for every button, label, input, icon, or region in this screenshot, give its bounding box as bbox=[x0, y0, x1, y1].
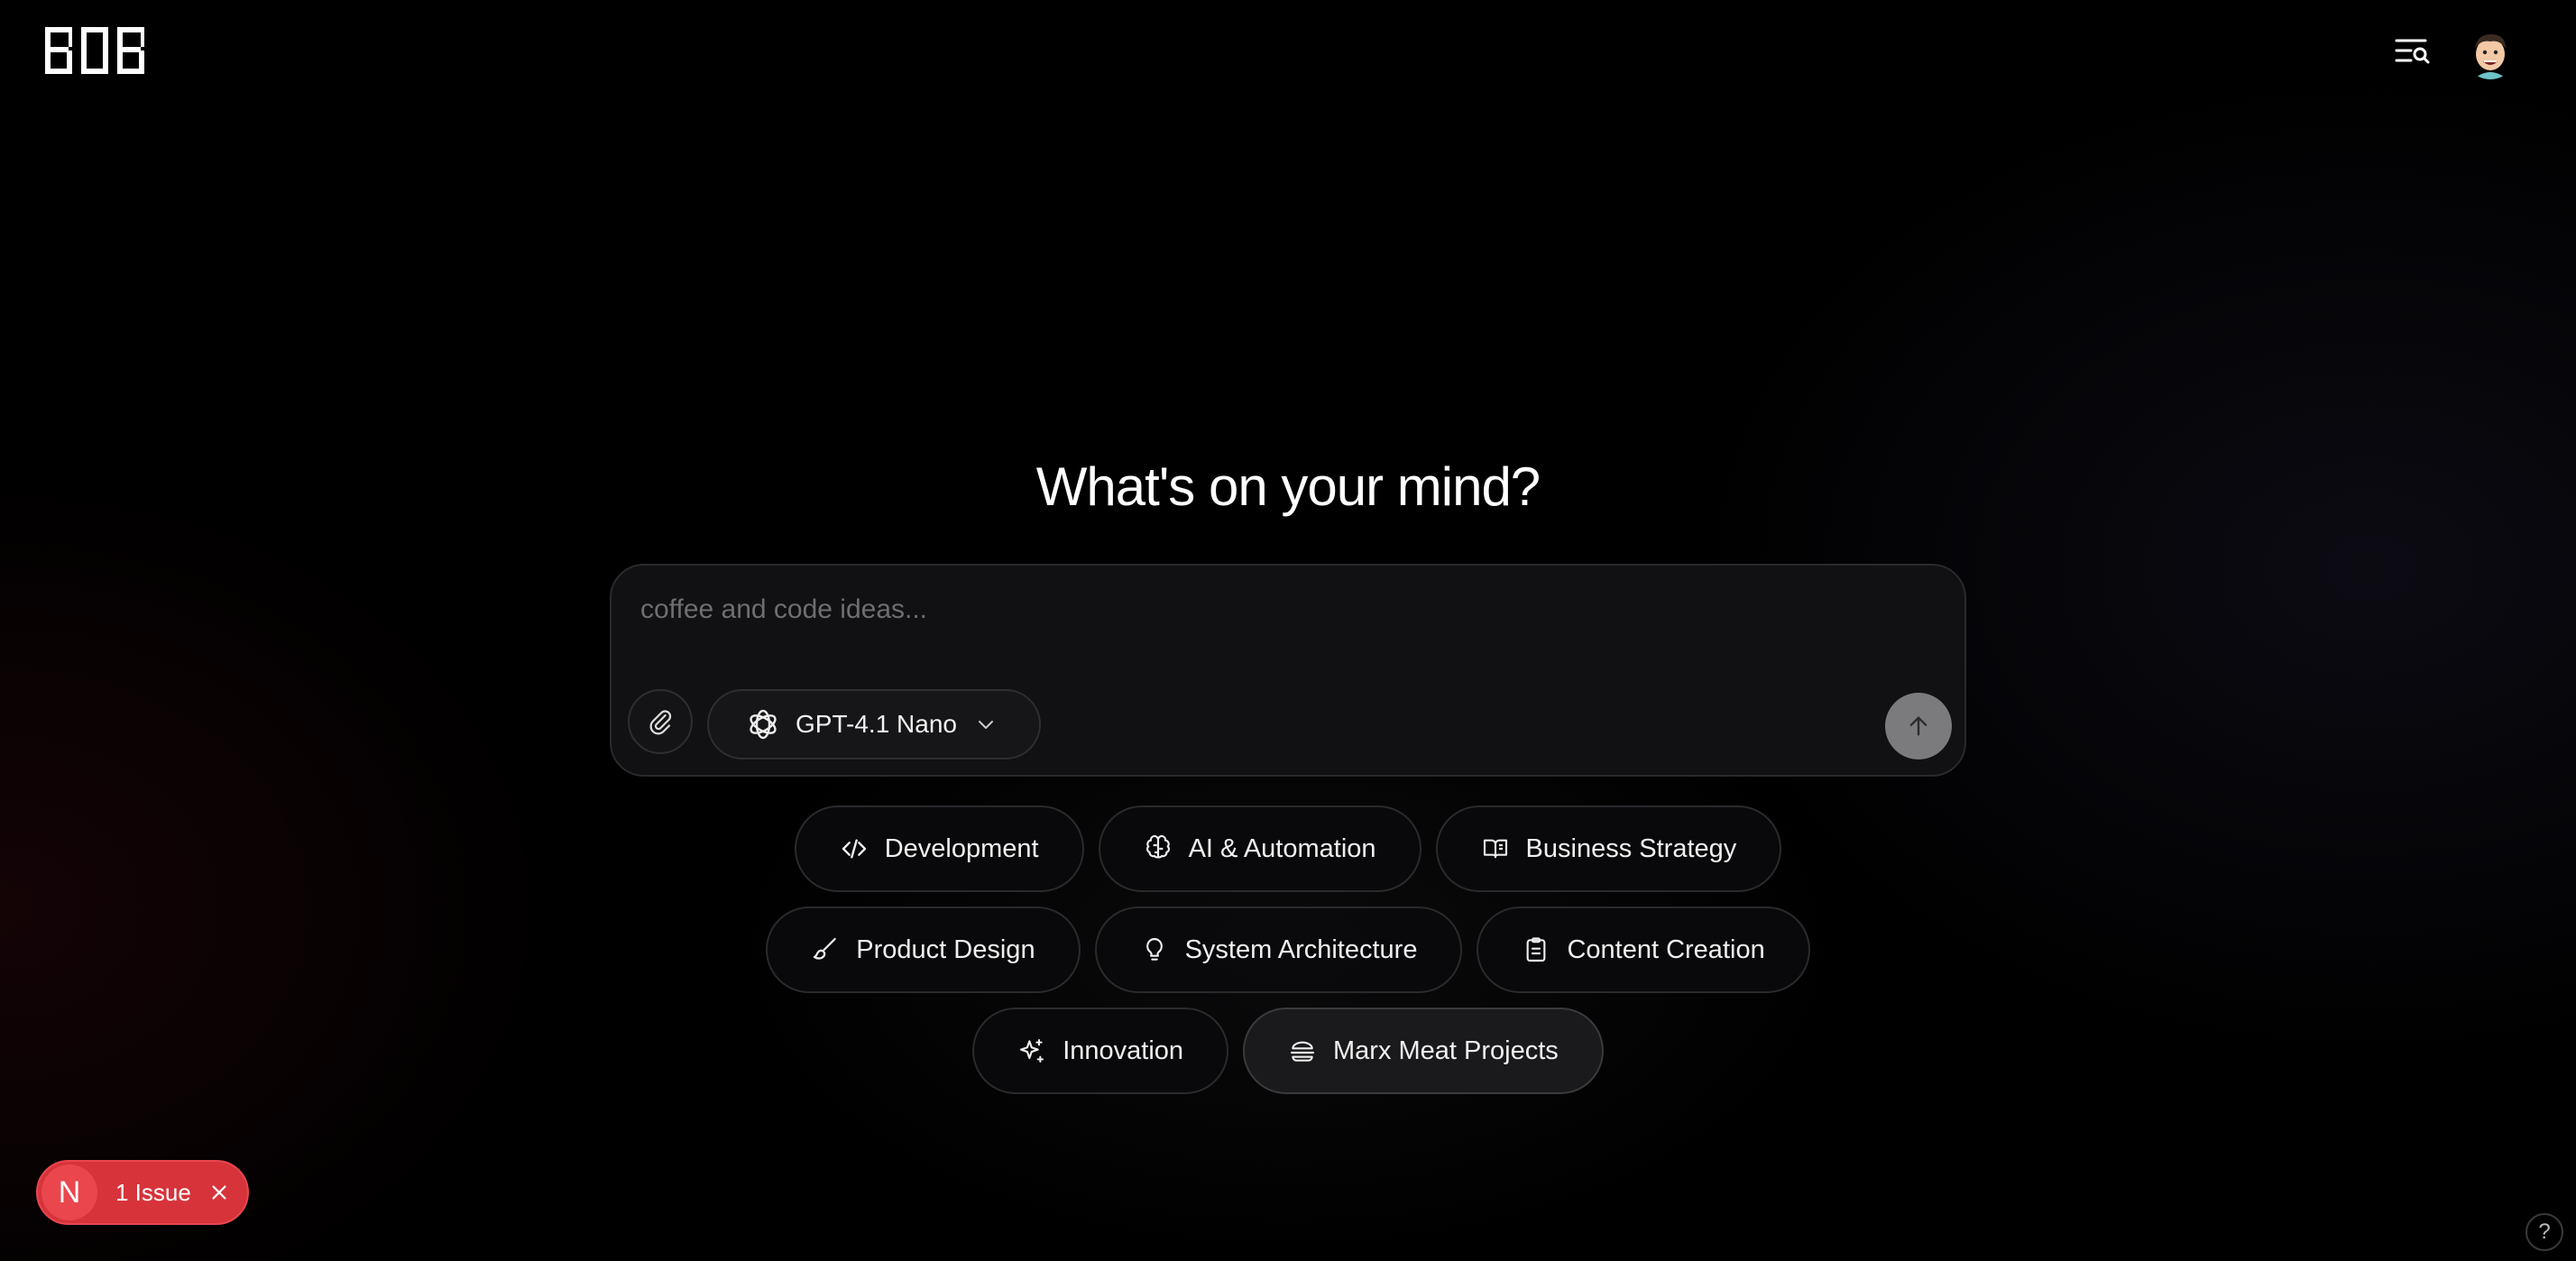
chip-business-strategy[interactable]: Business Strategy bbox=[1435, 805, 1782, 892]
sparkles-icon bbox=[1020, 1039, 1044, 1063]
chip-label: Business Strategy bbox=[1525, 833, 1737, 863]
menu-search-icon bbox=[2395, 39, 2430, 64]
user-avatar-icon bbox=[2464, 27, 2516, 79]
suggestion-chips-row-1: Development AI & Automation Business Str… bbox=[0, 805, 2576, 892]
chip-label: Innovation bbox=[1063, 1035, 1184, 1065]
chip-label: Marx Meat Projects bbox=[1333, 1035, 1559, 1065]
clipboard-icon bbox=[1527, 937, 1546, 962]
model-selector[interactable]: GPT-4.1 Nano bbox=[707, 689, 1041, 759]
send-button[interactable] bbox=[1885, 693, 1952, 759]
avatar[interactable] bbox=[2464, 27, 2516, 79]
logo-icon bbox=[45, 27, 144, 74]
chip-content-creation[interactable]: Content Creation bbox=[1477, 907, 1810, 993]
chip-label: Product Design bbox=[856, 934, 1035, 964]
chip-innovation[interactable]: Innovation bbox=[972, 1008, 1229, 1094]
burger-icon bbox=[1290, 1041, 1315, 1062]
code-icon bbox=[842, 839, 866, 859]
chip-label: Development bbox=[884, 833, 1039, 863]
help-button[interactable]: ? bbox=[2525, 1213, 2563, 1251]
app-page: What's on your mind? GPT-4.1 Nano bbox=[0, 0, 2576, 1261]
nextjs-badge-icon[interactable]: N bbox=[41, 1164, 97, 1220]
chip-label: Content Creation bbox=[1567, 934, 1765, 964]
brain-icon bbox=[1145, 834, 1170, 859]
chip-marx-meat-projects[interactable]: Marx Meat Projects bbox=[1243, 1008, 1604, 1094]
chip-label: System Architecture bbox=[1184, 934, 1418, 964]
issues-label: 1 Issue bbox=[115, 1178, 191, 1206]
arrow-up-icon bbox=[1909, 716, 1927, 736]
chip-ai-automation[interactable]: AI & Automation bbox=[1098, 805, 1421, 892]
attach-button[interactable] bbox=[628, 689, 693, 754]
suggestion-chips-row-2: Product Design System Architecture Conte… bbox=[0, 907, 2576, 993]
prompt-composer: GPT-4.1 Nano bbox=[610, 564, 1966, 777]
chip-system-architecture[interactable]: System Architecture bbox=[1094, 907, 1463, 993]
chevron-down-icon bbox=[978, 721, 993, 729]
page-title: What's on your mind? bbox=[1035, 456, 1541, 517]
brush-icon bbox=[814, 937, 837, 960]
book-open-icon bbox=[1483, 839, 1507, 859]
bob-logo[interactable] bbox=[45, 27, 146, 74]
chip-development[interactable]: Development bbox=[794, 805, 1084, 892]
lightbulb-icon bbox=[1145, 937, 1163, 961]
chip-label: AI & Automation bbox=[1188, 833, 1376, 863]
issues-badge[interactable]: N 1 Issue bbox=[36, 1160, 249, 1225]
prompt-input[interactable] bbox=[640, 594, 1921, 649]
menu-search-button[interactable] bbox=[2390, 31, 2435, 72]
close-icon[interactable] bbox=[209, 1183, 229, 1202]
suggestion-chips-row-3: Innovation Marx Meat Projects bbox=[0, 1008, 2576, 1094]
model-label: GPT-4.1 Nano bbox=[796, 710, 957, 738]
paperclip-icon bbox=[649, 710, 672, 735]
chip-product-design[interactable]: Product Design bbox=[766, 907, 1081, 993]
openai-icon bbox=[750, 709, 777, 740]
